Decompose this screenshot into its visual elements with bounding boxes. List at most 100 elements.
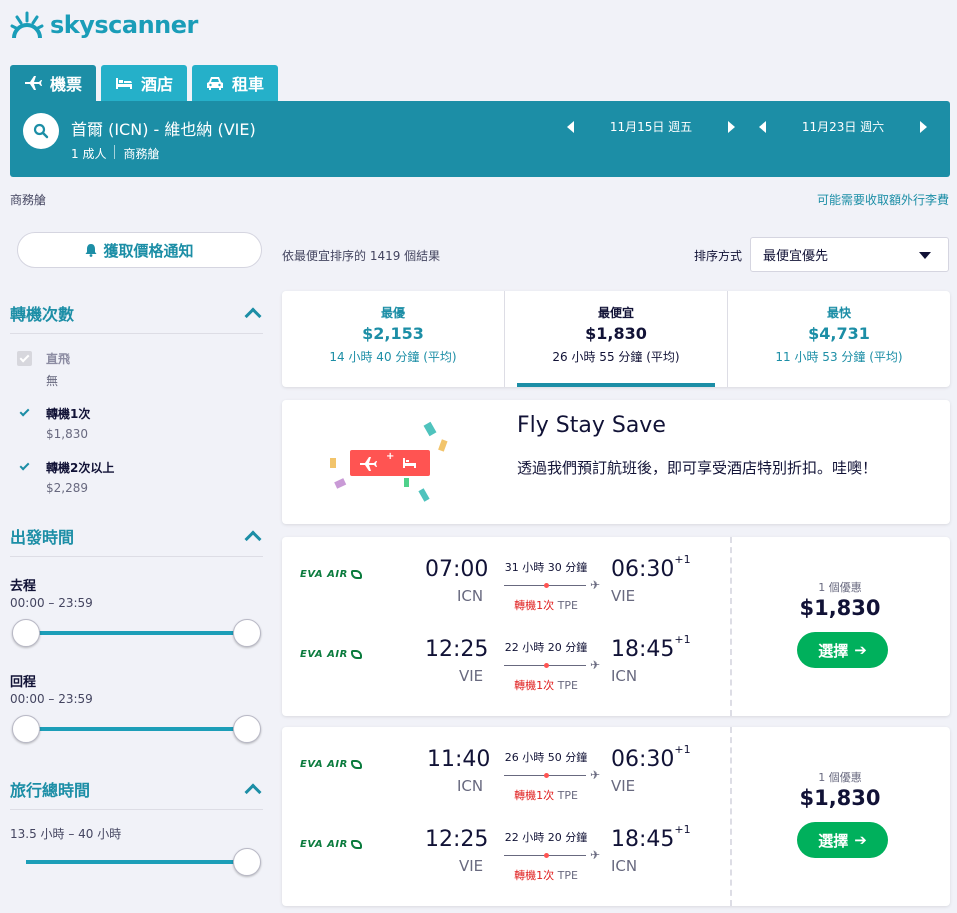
- tab-flights-label: 機票: [50, 75, 83, 94]
- return-slider-min-handle[interactable]: [12, 715, 40, 743]
- outbound-time-slider-track[interactable]: [26, 631, 247, 635]
- stop-airport: TPE: [557, 869, 578, 882]
- flight-result-card[interactable]: EVA AIR 07:00 ICN 31 小時 30 分鐘 ✈ 轉機1次 TPE…: [282, 537, 950, 716]
- sort-tab-fastest[interactable]: 最快 $4,731 11 小時 53 分鐘 (平均): [727, 291, 950, 387]
- next-return-date-arrow-icon[interactable]: [920, 120, 927, 133]
- stop-info: 轉機1次 TPE: [504, 787, 588, 803]
- departure-airport: VIE: [459, 667, 484, 685]
- edit-search-button[interactable]: [23, 113, 59, 149]
- option-direct-price: 無: [46, 374, 59, 388]
- day-offset: +1: [674, 553, 691, 566]
- flight-result-card[interactable]: EVA AIR 11:40 ICN 26 小時 50 分鐘 ✈ 轉機1次 TPE…: [282, 727, 950, 906]
- arrival-airport: ICN: [611, 857, 638, 875]
- departure-time: 12:25: [425, 827, 489, 852]
- sort-tab-title: 最快: [826, 306, 851, 320]
- return-label: 回程: [10, 675, 37, 690]
- caret-down-icon: [919, 252, 931, 259]
- flight-price: $1,830: [799, 596, 881, 620]
- stop-info: 轉機1次 TPE: [504, 597, 588, 613]
- route-line: ✈: [504, 658, 600, 672]
- next-depart-date-arrow-icon[interactable]: [728, 120, 735, 133]
- sort-tab-price: $2,153: [362, 324, 424, 343]
- passenger-count: 1 成人: [71, 147, 107, 161]
- plane-icon: ✈: [590, 848, 601, 862]
- arrival-time-text: 18:45: [611, 637, 675, 662]
- chevron-up-icon: [244, 530, 262, 548]
- bed-icon: [116, 78, 133, 89]
- skyscanner-logo[interactable]: skyscanner: [10, 10, 198, 40]
- option-two-plus-label: 轉機2次以上: [46, 461, 115, 475]
- cabin-note: 商務艙: [10, 193, 47, 207]
- plane-icon: ✈: [590, 578, 601, 592]
- promo-title: Fly Stay Save: [517, 413, 666, 438]
- option-direct-label: 直飛: [46, 352, 71, 366]
- outbound-slider-max-handle[interactable]: [233, 619, 261, 647]
- arrow-right-icon: ➔: [854, 641, 867, 659]
- stops-label: 轉機1次: [514, 789, 555, 802]
- outbound-range: 00:00 – 23:59: [10, 596, 93, 610]
- tab-car-hire[interactable]: 租車: [192, 65, 279, 101]
- journey-duration-header[interactable]: 旅行總時間: [10, 777, 263, 810]
- eva-air-logo: EVA AIR: [300, 839, 362, 850]
- stop-airport: TPE: [557, 679, 578, 692]
- route-text[interactable]: 首爾 (ICN) - 維也納 (VIE): [71, 116, 256, 140]
- eva-air-mark-icon: [350, 650, 362, 659]
- search-icon: [33, 123, 49, 139]
- leg-duration: 22 小時 20 分鐘: [504, 831, 588, 844]
- sort-tab-best[interactable]: 最優 $2,153 14 小時 40 分鐘 (平均): [282, 291, 504, 387]
- route-line: ✈: [504, 848, 600, 862]
- stops-label: 轉機1次: [514, 599, 555, 612]
- sort-dropdown[interactable]: 最便宜優先: [750, 237, 949, 272]
- departure-times-header[interactable]: 出發時間: [10, 524, 263, 557]
- checkbox-one-stop[interactable]: [17, 405, 32, 420]
- prev-depart-date-arrow-icon[interactable]: [567, 120, 574, 133]
- select-flight-button[interactable]: 選擇 ➔: [797, 632, 888, 668]
- duration-range: 13.5 小時 – 40 小時: [10, 827, 122, 841]
- leg-duration: 31 小時 30 分鐘: [504, 561, 588, 574]
- checkbox-direct[interactable]: [17, 351, 32, 366]
- deals-count: 1 個優惠: [818, 581, 862, 594]
- checkbox-two-plus-stops[interactable]: [17, 459, 32, 474]
- return-date[interactable]: 11月23日 週六: [766, 118, 920, 135]
- active-tab-indicator: [517, 383, 715, 387]
- airline-name: EVA AIR: [300, 759, 348, 770]
- fly-stay-save-banner[interactable]: + Fly Stay Save 透過我們預訂航班後，即可享受酒店特別折扣。哇噢！: [282, 400, 950, 524]
- plane-icon: ✈: [590, 658, 601, 672]
- duration-slider-track[interactable]: [26, 860, 247, 864]
- departure-airport: ICN: [457, 777, 484, 795]
- stop-info: 轉機1次 TPE: [504, 867, 588, 883]
- bell-icon: [85, 244, 97, 257]
- duration-slider-handle[interactable]: [233, 848, 261, 876]
- stop-dot: [544, 853, 549, 858]
- prev-return-date-arrow-icon[interactable]: [759, 120, 766, 133]
- card-divider: [730, 727, 732, 906]
- passenger-cabin-summary[interactable]: 1 成人 商務艙: [71, 145, 159, 162]
- stops-label: 轉機1次: [514, 869, 555, 882]
- search-summary-bar: 首爾 (ICN) - 維也納 (VIE) 1 成人 商務艙 11月15日 週五 …: [10, 101, 950, 177]
- airline-name: EVA AIR: [300, 839, 348, 850]
- arrival-time: 18:45+1: [611, 633, 691, 662]
- depart-date[interactable]: 11月15日 週五: [574, 118, 728, 135]
- sort-selected-value: 最便宜優先: [763, 249, 829, 264]
- select-flight-button[interactable]: 選擇 ➔: [797, 822, 888, 858]
- promo-body: 透過我們預訂航班後，即可享受酒店特別折扣。哇噢！: [517, 459, 878, 477]
- deals-count: 1 個優惠: [818, 771, 862, 784]
- sort-tab-duration: 11 小時 53 分鐘 (平均): [775, 350, 903, 364]
- departure-airport: VIE: [459, 857, 484, 875]
- airline-name: EVA AIR: [300, 649, 348, 660]
- baggage-fees-link[interactable]: 可能需要收取額外行李費: [817, 191, 949, 208]
- tab-hotels[interactable]: 酒店: [101, 65, 188, 101]
- confetti-illustration: [330, 421, 448, 502]
- return-slider-max-handle[interactable]: [233, 715, 261, 743]
- sort-tab-title: 最優: [380, 306, 405, 320]
- outbound-slider-min-handle[interactable]: [12, 619, 40, 647]
- tab-car-hire-label: 租車: [232, 75, 265, 94]
- stops-filter-header[interactable]: 轉機次數: [10, 301, 263, 334]
- departure-time: 11:40: [427, 747, 491, 772]
- sort-tab-title: 最便宜: [597, 306, 634, 320]
- sort-tab-cheapest[interactable]: 最便宜 $1,830 26 小時 55 分鐘 (平均): [504, 291, 727, 387]
- return-time-slider-track[interactable]: [26, 727, 247, 731]
- price-alert-button[interactable]: 獲取價格通知: [17, 232, 262, 268]
- tab-flights[interactable]: 機票: [10, 65, 97, 101]
- arrival-airport: VIE: [611, 587, 636, 605]
